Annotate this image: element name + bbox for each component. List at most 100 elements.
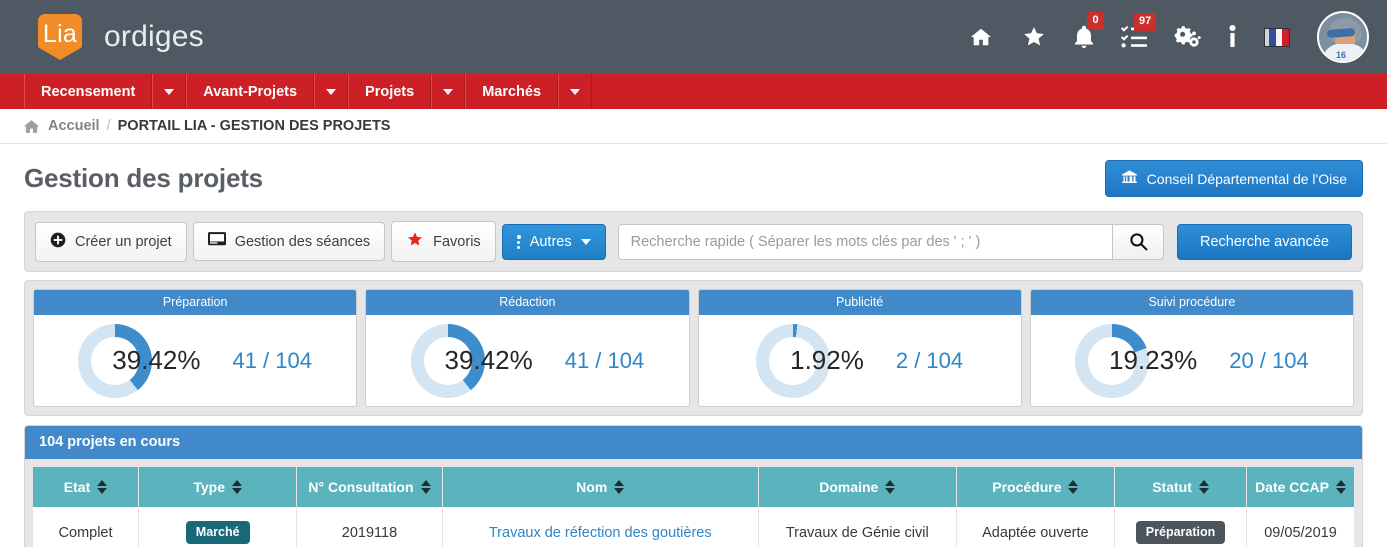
cell-procedure: Adaptée ouverte: [956, 507, 1116, 547]
column-label: Nom: [576, 479, 608, 495]
sort-icon[interactable]: [420, 480, 431, 494]
nav-item-recensement[interactable]: Recensement: [24, 74, 153, 109]
kpi-body: 1.92% 2 / 104: [699, 315, 1021, 406]
nav-item-avant-projets[interactable]: Avant-Projets: [186, 74, 315, 109]
table-row[interactable]: Complet Marché 2019118 Travaux de réfect…: [33, 507, 1354, 547]
nav-item-marches[interactable]: Marchés: [465, 74, 559, 109]
vertical-dots-icon: [516, 234, 521, 249]
nav-item-projets[interactable]: Projets: [348, 74, 432, 109]
lia-logo[interactable]: Lia: [38, 14, 82, 60]
organization-button[interactable]: Conseil Départemental de l'Oise: [1104, 160, 1363, 197]
column-header-nom[interactable]: Nom: [442, 467, 759, 507]
kpi-percent: 19.23%: [1109, 345, 1198, 375]
breadcrumb-home-link[interactable]: Accueil: [48, 118, 100, 134]
sort-icon[interactable]: [97, 480, 108, 494]
nav-caret-projets[interactable]: [431, 74, 466, 109]
favorites-label: Favoris: [433, 233, 481, 250]
column-label: Domaine: [819, 479, 879, 495]
others-label: Autres: [529, 233, 572, 250]
column-header-procedure[interactable]: Procédure: [956, 467, 1116, 507]
kpi-title: Préparation: [34, 290, 357, 315]
chevron-down-icon: [326, 88, 337, 95]
tasks-badge: 97: [1134, 13, 1157, 31]
chevron-down-icon: [570, 88, 581, 95]
cell-type: Marché: [138, 507, 298, 547]
others-button[interactable]: Autres: [501, 223, 606, 260]
sort-icon[interactable]: [614, 480, 625, 494]
flag-fr-icon[interactable]: [1264, 27, 1290, 47]
cell-nom-link[interactable]: Travaux de réfection des goutières: [442, 507, 759, 547]
kpi-title: Rédaction: [366, 290, 689, 315]
kpi-card-publicite[interactable]: Publicité 1.92% 2 / 104: [697, 289, 1022, 407]
projects-table: Etat Type N° Consultation Nom Domaine Pr…: [33, 467, 1354, 547]
column-header-date-ccap[interactable]: Date CCAP: [1246, 467, 1354, 507]
brand-name: ordiges: [104, 20, 204, 53]
tasks-icon[interactable]: 97: [1121, 13, 1157, 48]
sort-icon[interactable]: [1335, 480, 1346, 494]
column-header-domaine[interactable]: Domaine: [758, 467, 957, 507]
column-label: Statut: [1152, 479, 1192, 495]
kpi-card-suivi-procedure[interactable]: Suivi procédure 19.23% 20 / 104: [1029, 289, 1354, 407]
nav-caret-recensement[interactable]: [152, 74, 187, 109]
kpi-ratio: 20 / 104: [1229, 347, 1309, 373]
star-icon: [406, 231, 424, 252]
gears-icon[interactable]: [1174, 25, 1201, 49]
projects-table-caption: 104 projets en cours: [25, 426, 1362, 459]
column-label: Etat: [63, 479, 91, 495]
main-navigation: Recensement Avant-Projets Projets Marché…: [0, 74, 1387, 109]
column-label: Type: [193, 479, 226, 495]
bell-icon[interactable]: 0: [1074, 12, 1104, 49]
kpi-title: Suivi procédure: [1030, 290, 1353, 315]
kpi-percent: 39.42%: [112, 345, 201, 375]
kpi-cards: Préparation 39.42% 41 / 104 Rédaction 39…: [24, 280, 1363, 416]
column-header-consultation[interactable]: N° Consultation: [296, 467, 443, 507]
kpi-body: 19.23% 20 / 104: [1031, 315, 1353, 406]
organization-label: Conseil Départemental de l'Oise: [1146, 170, 1347, 187]
favorites-button[interactable]: Favoris: [391, 221, 496, 262]
create-project-label: Créer un projet: [75, 233, 172, 250]
breadcrumb-current: PORTAIL LIA - GESTION DES PROJETS: [117, 118, 391, 134]
sort-icon[interactable]: [1198, 480, 1209, 494]
sessions-management-label: Gestion des séances: [234, 233, 371, 250]
column-header-statut[interactable]: Statut: [1114, 467, 1248, 507]
sort-icon[interactable]: [232, 480, 243, 494]
sort-icon[interactable]: [885, 480, 896, 494]
status-badge: Préparation: [1135, 521, 1226, 544]
column-header-type[interactable]: Type: [138, 467, 298, 507]
kpi-card-preparation[interactable]: Préparation 39.42% 41 / 104: [33, 289, 358, 407]
column-header-etat[interactable]: Etat: [33, 467, 140, 507]
nav-caret-avant-projets[interactable]: [314, 74, 349, 109]
kpi-body: 39.42% 41 / 104: [34, 315, 356, 406]
kpi-card-redaction[interactable]: Rédaction 39.42% 41 / 104: [365, 289, 690, 407]
avatar-number: 16: [1336, 50, 1347, 60]
kpi-title: Publicité: [698, 290, 1021, 315]
nav-caret-marches[interactable]: [558, 74, 593, 109]
bank-icon: [1121, 169, 1138, 188]
kpi-ratio: 2 / 104: [895, 347, 964, 373]
info-icon[interactable]: [1228, 25, 1237, 49]
home-icon[interactable]: [22, 118, 41, 135]
search-input[interactable]: [617, 223, 1113, 260]
kpi-percent: 1.92%: [790, 345, 864, 375]
cell-domaine: Travaux de Génie civil: [758, 507, 957, 547]
page-title: Gestion des projets: [24, 163, 263, 193]
sort-icon[interactable]: [1068, 480, 1079, 494]
cell-consultation: 2019118: [296, 507, 443, 547]
top-bar: Lia ordiges 0 97 16: [0, 0, 1387, 74]
screen-icon: [207, 232, 226, 251]
table-head: Etat Type N° Consultation Nom Domaine Pr…: [33, 467, 1354, 507]
avatar[interactable]: 16: [1317, 11, 1369, 63]
sessions-management-button[interactable]: Gestion des séances: [192, 222, 386, 261]
cell-statut: Préparation: [1114, 507, 1248, 547]
chevron-down-icon: [164, 88, 175, 95]
search-button[interactable]: [1112, 223, 1165, 260]
star-icon[interactable]: [1021, 25, 1047, 49]
kpi-ratio: 41 / 104: [232, 347, 312, 373]
brand[interactable]: Lia ordiges: [38, 14, 204, 60]
create-project-button[interactable]: Créer un projet: [35, 221, 187, 262]
table-header-row: Etat Type N° Consultation Nom Domaine Pr…: [33, 467, 1354, 507]
advanced-search-button[interactable]: Recherche avancée: [1177, 223, 1352, 260]
quick-search: [617, 223, 1165, 260]
home-icon[interactable]: [968, 26, 994, 48]
kpi-body: 39.42% 41 / 104: [366, 315, 688, 406]
